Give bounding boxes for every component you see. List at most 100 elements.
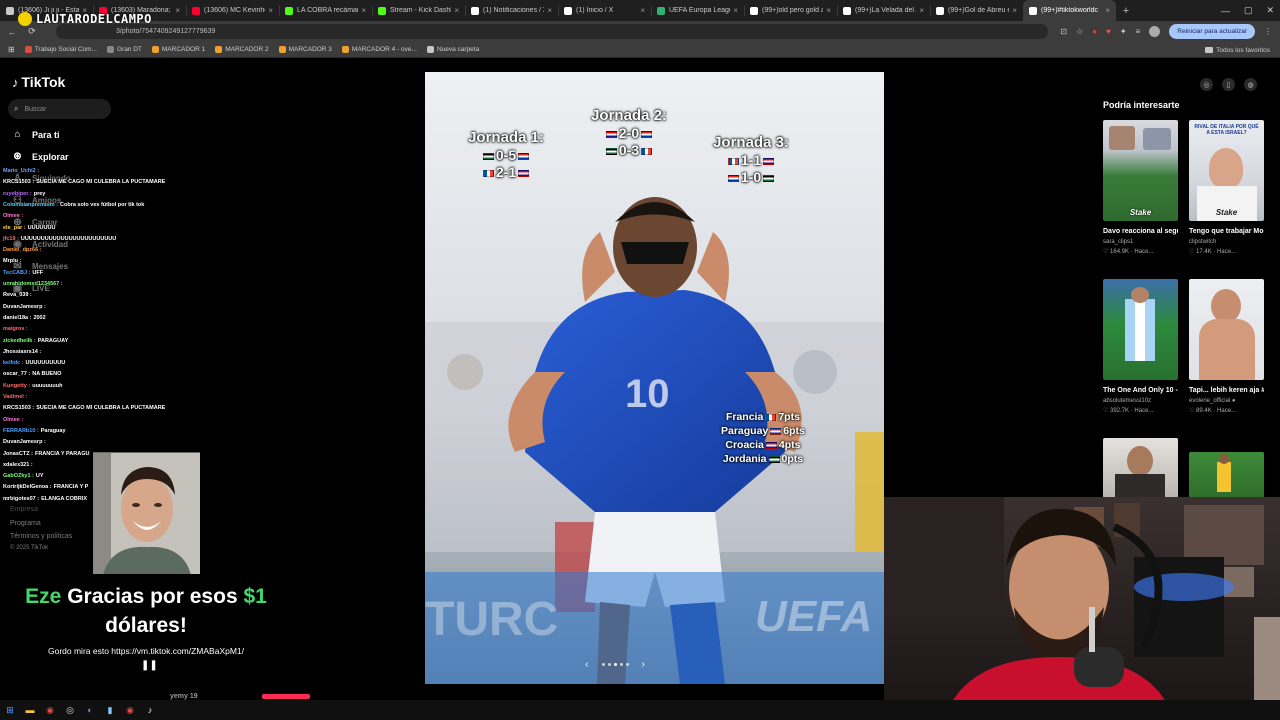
- tiktok-app-icon[interactable]: ♪: [144, 704, 156, 716]
- browser-tab[interactable]: (1) Inicio / X ×: [558, 0, 651, 21]
- coins-icon[interactable]: ◎: [1200, 78, 1213, 91]
- tab-close-icon[interactable]: ×: [1105, 6, 1110, 15]
- tab-close-icon[interactable]: ×: [1012, 6, 1017, 15]
- chat-username[interactable]: ruyobiper :: [3, 191, 32, 197]
- browser-tab[interactable]: (99+)#tiktokworldc ×: [1023, 0, 1116, 21]
- start-icon[interactable]: ⊞: [4, 704, 16, 716]
- footer-link-terms[interactable]: Términos y políticas: [10, 533, 72, 540]
- chat-username[interactable]: Daniel_dpz66 :: [3, 247, 42, 253]
- chat-username[interactable]: Vadimel :: [3, 394, 27, 400]
- bookmark-item[interactable]: MARCADOR 2: [215, 46, 269, 53]
- chrome-alt-icon[interactable]: ◉: [124, 704, 136, 716]
- recommended-card[interactable]: [1103, 438, 1178, 498]
- tab-close-icon[interactable]: ×: [547, 6, 552, 15]
- new-tab-button[interactable]: +: [1116, 5, 1136, 17]
- browser-tab[interactable]: UEFA Europa League ×: [651, 0, 744, 21]
- carousel-dot[interactable]: [625, 662, 629, 666]
- browser-tab[interactable]: (99+)Gol de Abreu en ×: [930, 0, 1023, 21]
- close-window-icon[interactable]: ✕: [1266, 5, 1274, 16]
- profile-avatar[interactable]: [1149, 26, 1161, 37]
- recommended-thumbnail[interactable]: [1189, 279, 1264, 380]
- follow-button[interactable]: [262, 694, 310, 699]
- file-explorer-icon[interactable]: ▬: [24, 704, 36, 716]
- bookmark-item[interactable]: MARCADOR 3: [278, 46, 332, 53]
- card-author[interactable]: clipstwitch: [1189, 237, 1264, 247]
- browser-tab[interactable]: (99+)La Velada del Añ×: [837, 0, 930, 21]
- chat-username[interactable]: xdalex321 :: [3, 462, 33, 468]
- carousel-dot[interactable]: [601, 662, 605, 666]
- recommended-thumbnail[interactable]: [1103, 438, 1178, 498]
- prev-photo-icon[interactable]: ‹: [585, 659, 588, 670]
- next-photo-icon[interactable]: ›: [642, 659, 645, 670]
- chat-username[interactable]: Jhossiasrs14 :: [3, 349, 41, 355]
- nav-for-you[interactable]: ⌂ Para ti: [12, 129, 59, 140]
- browser-tab[interactable]: LA COBRA recámara ×: [279, 0, 372, 21]
- profile-icon[interactable]: ◍: [1244, 78, 1257, 91]
- chat-username[interactable]: KRCS1503 :: [3, 405, 34, 411]
- bookmark-item[interactable]: Trabajo Social Com...: [24, 46, 97, 53]
- carousel-dot[interactable]: [607, 662, 611, 666]
- carousel-dot[interactable]: [619, 662, 623, 666]
- tab-close-icon[interactable]: ×: [826, 6, 831, 15]
- tab-close-icon[interactable]: ×: [175, 6, 180, 15]
- bookmark-star-icon[interactable]: ☆: [1076, 27, 1083, 36]
- tab-close-icon[interactable]: ×: [268, 6, 273, 15]
- tab-close-icon[interactable]: ×: [454, 6, 459, 15]
- chat-username[interactable]: GabOZky1 :: [3, 473, 34, 479]
- recommended-card[interactable]: [1189, 452, 1264, 498]
- chat-username[interactable]: JonasCTZ :: [3, 451, 33, 457]
- chat-username[interactable]: DuvanJamesrp :: [3, 304, 46, 310]
- tab-close-icon[interactable]: ×: [919, 6, 924, 15]
- chrome-icon[interactable]: ◉: [44, 704, 56, 716]
- extensions-puzzle-icon[interactable]: ✦: [1120, 27, 1127, 36]
- apps-icon[interactable]: ⊞: [8, 45, 15, 54]
- recommended-card[interactable]: Tapi... lebih keren aja #Evolene... evol…: [1189, 279, 1264, 416]
- all-bookmarks[interactable]: Todos los favoritos: [1205, 42, 1270, 58]
- chat-username[interactable]: Olmee :: [3, 417, 23, 423]
- menu-icon[interactable]: ⋮: [1264, 27, 1272, 36]
- tab-close-icon[interactable]: ×: [361, 6, 366, 15]
- recommended-thumbnail[interactable]: [1103, 279, 1178, 380]
- browser-tab[interactable]: (13606) MC Kevinho -×: [186, 0, 279, 21]
- extension-heart-icon[interactable]: ♥: [1106, 27, 1111, 36]
- maximize-icon[interactable]: ▢: [1244, 5, 1253, 16]
- tiktok-photo-post[interactable]: 10 TURC UEFA Jornada 1: 0-5 2-1 Jornada …: [425, 72, 884, 684]
- recommended-thumbnail[interactable]: RIVAL DE ITALIA POR QUÉ A ESTA ISRAEL? S…: [1189, 120, 1264, 221]
- chat-username[interactable]: Mario_Uchi2 :: [3, 168, 39, 174]
- extension-red-icon[interactable]: ●: [1092, 27, 1097, 36]
- recommended-card[interactable]: The One And Only 10 - Lionel Messi ❤️...…: [1103, 279, 1178, 416]
- reload-icon[interactable]: ⟳: [24, 26, 40, 37]
- update-button[interactable]: Reiniciar para actualizar: [1169, 24, 1255, 39]
- chat-username[interactable]: maigros :: [3, 326, 28, 332]
- recommended-thumbnail[interactable]: [1189, 452, 1264, 498]
- carousel-dot[interactable]: [613, 662, 617, 666]
- card-author[interactable]: evolene_official ●: [1189, 396, 1264, 406]
- chat-username[interactable]: Olmee :: [3, 213, 23, 219]
- chat-username[interactable]: ele_par :: [3, 225, 26, 231]
- chat-username[interactable]: kellidc :: [3, 360, 23, 366]
- chat-username[interactable]: FERRARb10 :: [3, 428, 39, 434]
- browser-tab[interactable]: (1) Notificaciones / X ×: [465, 0, 558, 21]
- chat-username[interactable]: unrahidomxd1234567 :: [3, 281, 63, 287]
- recommended-thumbnail[interactable]: Stake: [1103, 120, 1178, 221]
- chat-username[interactable]: TecCABJ :: [3, 270, 30, 276]
- card-author[interactable]: sara_clips1: [1103, 237, 1178, 247]
- browser-tab[interactable]: Stream - Kick Dashbo ×: [372, 0, 465, 21]
- chat-username[interactable]: DuvanJamesrp :: [3, 439, 46, 445]
- recommended-card[interactable]: RIVAL DE ITALIA POR QUÉ A ESTA ISRAEL? S…: [1189, 120, 1264, 257]
- nav-explore[interactable]: ⊛ Explorar: [12, 151, 68, 162]
- chat-username[interactable]: oscar_77 :: [3, 371, 30, 377]
- discord-icon[interactable]: ◐: [84, 704, 96, 716]
- tiktok-logo[interactable]: ♪ TikTok: [12, 74, 65, 90]
- bookmark-item[interactable]: Gran DT: [106, 46, 142, 53]
- bookmark-item[interactable]: MARCADOR 4 - ove...: [341, 46, 417, 53]
- chat-username[interactable]: Colombianpremium :: [3, 202, 58, 208]
- chat-username[interactable]: jfc19 :: [3, 236, 19, 242]
- tab-close-icon[interactable]: ×: [640, 6, 645, 15]
- browser-tab[interactable]: (99+)old pero gold aj ×: [744, 0, 837, 21]
- chat-username[interactable]: daniel18a :: [3, 315, 31, 321]
- app-icon[interactable]: ▮: [104, 704, 116, 716]
- minimize-icon[interactable]: —: [1221, 6, 1230, 16]
- address-bar[interactable]: 3/photo/7547409249127779639: [56, 24, 1048, 39]
- chat-username[interactable]: zickedheilk :: [3, 338, 36, 344]
